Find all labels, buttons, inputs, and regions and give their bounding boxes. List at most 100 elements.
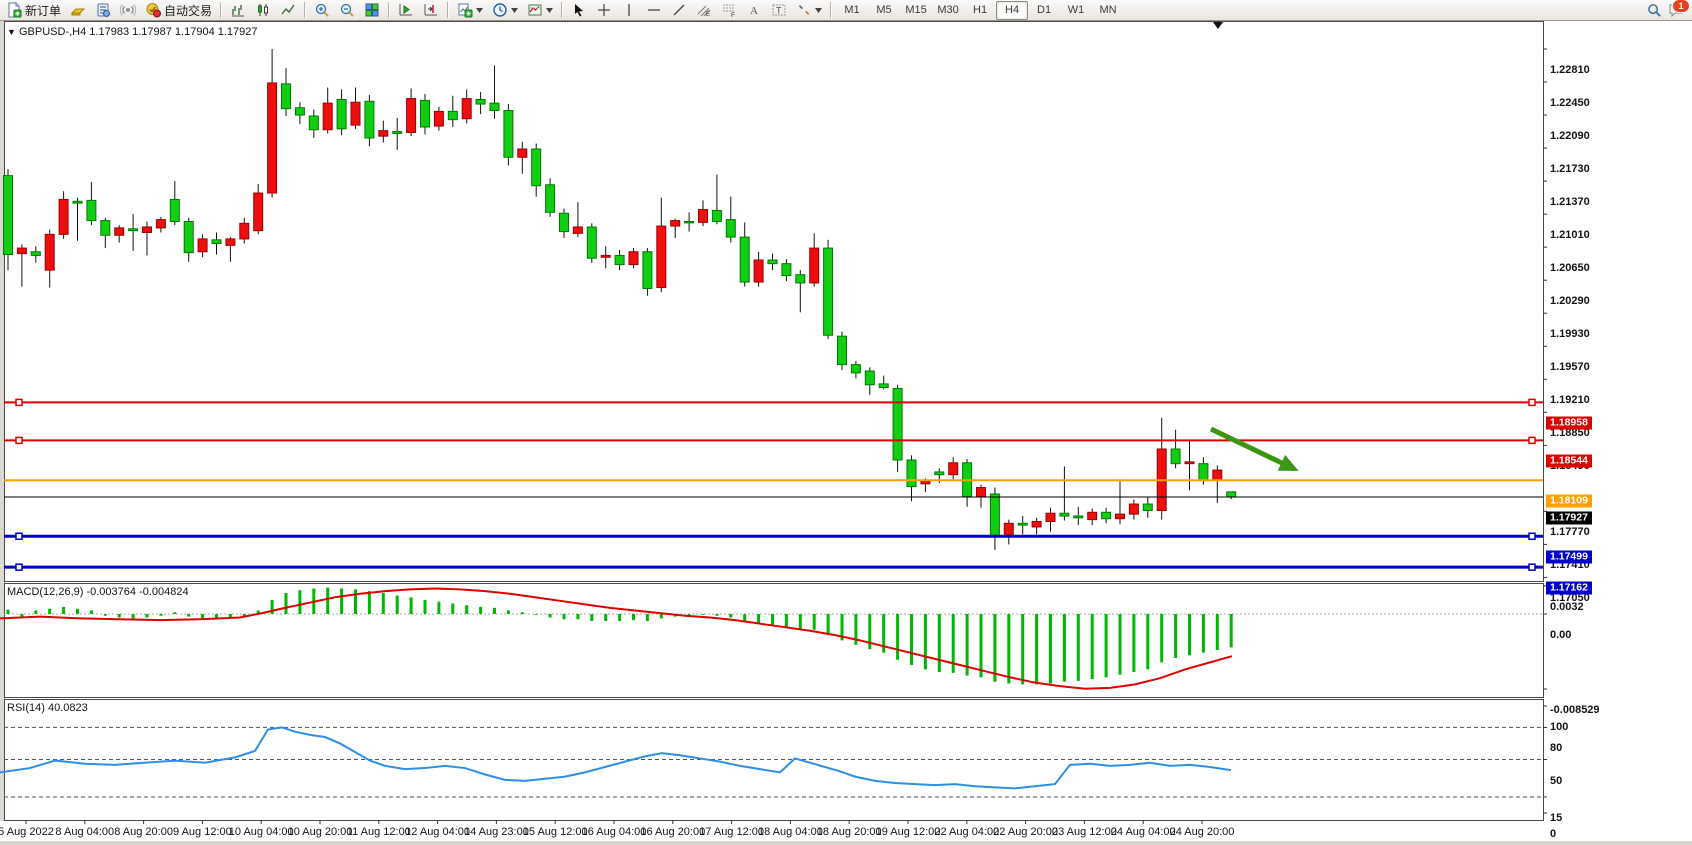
market-watch-button[interactable] <box>91 0 115 20</box>
indicators-button[interactable] <box>453 0 487 20</box>
hline-handle <box>16 399 22 405</box>
timeframe-button-W1[interactable]: W1 <box>1060 1 1092 20</box>
template-icon <box>527 2 543 18</box>
label-tool-button[interactable]: T <box>767 0 791 20</box>
deposit-button[interactable] <box>66 0 90 20</box>
svg-text:E: E <box>706 12 710 18</box>
macd-axis-label: 0.0032 <box>1550 601 1584 613</box>
toolbar-separator <box>447 2 449 18</box>
chevron-down-icon <box>546 8 553 13</box>
toolbar-separator <box>830 2 832 18</box>
trendline-tool-button[interactable] <box>667 0 691 20</box>
rsi-indicator-label: RSI(14) 40.0823 <box>7 702 88 714</box>
auto-scroll-button[interactable] <box>394 0 418 20</box>
tile-windows-button[interactable] <box>360 0 384 20</box>
equidistant-channel-tool-button[interactable]: E <box>692 0 716 20</box>
horizontal-line-tool-button[interactable] <box>642 0 666 20</box>
tile-windows-icon <box>364 2 380 18</box>
rsi-axis-label: 50 <box>1550 775 1562 787</box>
price-tick-label: 1.20290 <box>1550 295 1590 307</box>
time-axis-label: 8 Aug 04:00 <box>55 826 114 838</box>
text-tool-button[interactable]: A <box>742 0 766 20</box>
chart-symbol-period: GBPUSD-,H4 <box>19 26 86 38</box>
macd-pane-border <box>5 584 1544 698</box>
svg-text:F: F <box>731 12 735 18</box>
toolbar-separator <box>304 2 306 18</box>
rsi-axis-label: 100 <box>1550 721 1568 733</box>
new-order-button[interactable]: 新订单 <box>2 0 65 20</box>
price-badge-1.18544: 1.18544 <box>1546 455 1592 468</box>
shapes-tool-button[interactable] <box>792 0 826 20</box>
auto-trading-button[interactable]: 自动交易 <box>141 0 216 20</box>
text-icon: A <box>746 2 762 18</box>
price-tick-label: 1.21730 <box>1550 163 1590 175</box>
clock-icon <box>492 2 508 18</box>
auto-trading-icon <box>145 2 161 18</box>
bar-chart-icon <box>230 2 246 18</box>
time-axis-label: 11 Aug 12:00 <box>347 826 411 838</box>
hline-handle <box>1529 399 1535 405</box>
line-chart-button[interactable] <box>276 0 300 20</box>
timeframe-button-H1[interactable]: H1 <box>964 1 996 20</box>
signals-button[interactable] <box>116 0 140 20</box>
price-badge-1.17162: 1.17162 <box>1546 582 1592 595</box>
macd-indicator-label: MACD(12,26,9) -0.003764 -0.004824 <box>7 586 189 598</box>
macd-axis-label: -0.008529 <box>1550 704 1600 716</box>
timeframe-button-M5[interactable]: M5 <box>868 1 900 20</box>
fibonacci-tool-button[interactable]: F <box>717 0 741 20</box>
channel-icon: E <box>696 2 712 18</box>
chart-window[interactable]: ▼ GBPUSD-,H4 1.17983 1.17987 1.17904 1.1… <box>0 21 1692 845</box>
chart-shift-button[interactable] <box>419 0 443 20</box>
hline-handle <box>1529 564 1535 570</box>
timeframe-button-M30[interactable]: M30 <box>932 1 964 20</box>
bar-chart-button[interactable] <box>226 0 250 20</box>
trendline-icon <box>671 2 687 18</box>
hline-handle <box>16 533 22 539</box>
rsi-axis-label: 15 <box>1550 812 1562 824</box>
time-axis-label: 18 Aug 20:00 <box>817 826 882 838</box>
vertical-line-tool-button[interactable] <box>617 0 641 20</box>
rsi-axis-label: 80 <box>1550 742 1562 754</box>
timeframe-button-MN[interactable]: MN <box>1092 1 1124 20</box>
price-tick-label: 1.21010 <box>1550 229 1590 241</box>
time-axis-label: 5 Aug 2022 <box>0 826 54 838</box>
time-axis-label: 14 Aug 23:00 <box>464 826 529 838</box>
zoom-in-button[interactable] <box>310 0 334 20</box>
new-order-label: 新订单 <box>25 2 61 19</box>
hline-handle <box>16 564 22 570</box>
price-tick-label: 1.17770 <box>1550 526 1590 538</box>
zoom-out-button[interactable] <box>335 0 359 20</box>
candlestick-chart-button[interactable] <box>251 0 275 20</box>
time-axis-label: 24 Aug 04:00 <box>1111 826 1176 838</box>
time-axis-label: 23 Aug 12:00 <box>1052 826 1117 838</box>
cursor-tool-button[interactable] <box>567 0 591 20</box>
periods-button[interactable] <box>488 0 522 20</box>
candlestick-chart-icon <box>255 2 271 18</box>
crosshair-icon <box>596 2 612 18</box>
toolbar-separator <box>561 2 563 18</box>
fibonacci-icon: F <box>721 2 737 18</box>
hline-handle <box>1529 437 1535 443</box>
price-tick-label: 1.22450 <box>1550 97 1590 109</box>
chart-canvas[interactable] <box>0 21 1692 845</box>
timeframe-button-M1[interactable]: M1 <box>836 1 868 20</box>
price-tick-label: 1.19210 <box>1550 394 1590 406</box>
time-axis-label: 10 Aug 04:00 <box>229 826 294 838</box>
chart-ohlc-values: 1.17983 1.17987 1.17904 1.17927 <box>89 26 257 38</box>
timeframe-button-D1[interactable]: D1 <box>1028 1 1060 20</box>
auto-trading-label: 自动交易 <box>164 2 212 19</box>
chart-shift-icon <box>423 2 439 18</box>
toolbar-separator <box>388 2 390 18</box>
add-indicator-icon <box>457 2 473 18</box>
vertical-line-icon <box>621 2 637 18</box>
templates-button[interactable] <box>523 0 557 20</box>
collapse-trading-panel-icon[interactable]: ▼ <box>7 27 16 37</box>
timeframe-button-M15[interactable]: M15 <box>900 1 932 20</box>
search-icon[interactable] <box>1647 3 1662 18</box>
timeframe-button-H4[interactable]: H4 <box>996 1 1028 20</box>
chevron-down-icon <box>511 8 518 13</box>
notifications-button[interactable]: 1 <box>1668 3 1684 18</box>
rsi-axis-label: 0 <box>1550 828 1556 840</box>
text-label-icon: T <box>771 2 787 18</box>
crosshair-tool-button[interactable] <box>592 0 616 20</box>
